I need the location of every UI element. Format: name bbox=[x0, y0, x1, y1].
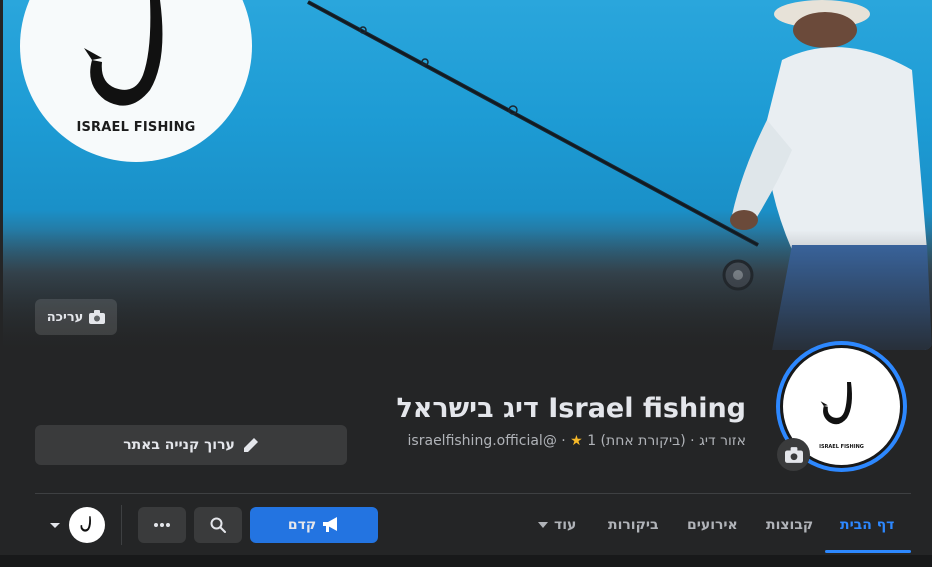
toolbar-separator bbox=[121, 505, 122, 545]
edit-cover-button[interactable]: עריכה bbox=[35, 299, 117, 335]
tab-groups[interactable]: קבוצות bbox=[766, 507, 813, 543]
tab-label: קבוצות bbox=[766, 517, 814, 533]
tab-label: עוד bbox=[554, 517, 577, 533]
megaphone-icon bbox=[323, 517, 338, 532]
more-options-button[interactable] bbox=[138, 507, 186, 543]
caret-down-icon[interactable] bbox=[48, 518, 62, 532]
tab-label: אירועים bbox=[687, 517, 738, 533]
page-category[interactable]: אזור דיג bbox=[699, 433, 746, 449]
camera-icon bbox=[784, 446, 803, 463]
caret-down-icon bbox=[538, 522, 548, 528]
more-dots-icon bbox=[154, 523, 170, 527]
search-icon bbox=[210, 517, 226, 533]
page-subtitle: אזור דיג · (ביקורת אחת) 1 ★ · @israelfis… bbox=[407, 433, 746, 449]
hook-logo-icon bbox=[80, 516, 91, 532]
cover-photo[interactable]: ISRAEL FISHING עריכה bbox=[3, 0, 932, 350]
header-divider bbox=[35, 493, 911, 494]
promote-button[interactable]: קדם bbox=[250, 507, 378, 543]
edit-cta-button[interactable]: ערוך קנייה באתר bbox=[35, 425, 347, 465]
tab-label: ביקורות bbox=[608, 517, 659, 533]
hook-logo-icon bbox=[820, 382, 852, 425]
page-root: ISRAEL FISHING עריכה ISRAEL FISHING Isra… bbox=[0, 0, 932, 567]
active-tab-indicator bbox=[825, 550, 911, 553]
hook-logo-icon bbox=[84, 0, 163, 106]
camera-icon bbox=[89, 310, 106, 324]
search-button[interactable] bbox=[194, 507, 242, 543]
edit-cta-label: ערוך קנייה באתר bbox=[123, 437, 235, 453]
cover-logo-text: ISRAEL FISHING bbox=[76, 120, 196, 135]
tab-reviews[interactable]: ביקורות bbox=[608, 507, 659, 543]
rating-text: (ביקורת אחת) 1 bbox=[587, 433, 686, 449]
page-rating[interactable]: (ביקורת אחת) 1 ★ bbox=[570, 433, 686, 449]
tab-events[interactable]: אירועים bbox=[687, 507, 738, 543]
update-avatar-button[interactable] bbox=[777, 438, 810, 471]
promote-label: קדם bbox=[287, 517, 317, 533]
page-bottom-edge bbox=[0, 555, 932, 567]
edit-cover-label: עריכה bbox=[46, 309, 84, 325]
star-icon: ★ bbox=[570, 433, 583, 449]
pencil-icon bbox=[243, 438, 258, 452]
page-handle: @israelfishing.official bbox=[407, 433, 557, 449]
tab-label: דף הבית bbox=[840, 517, 895, 533]
tab-home[interactable]: דף הבית bbox=[840, 507, 894, 543]
cover-shade bbox=[3, 230, 932, 350]
switch-profile-avatar[interactable] bbox=[69, 507, 105, 543]
tab-more[interactable]: עוד bbox=[538, 507, 576, 543]
page-title: Israel fishing דיג בישראל bbox=[396, 393, 746, 424]
